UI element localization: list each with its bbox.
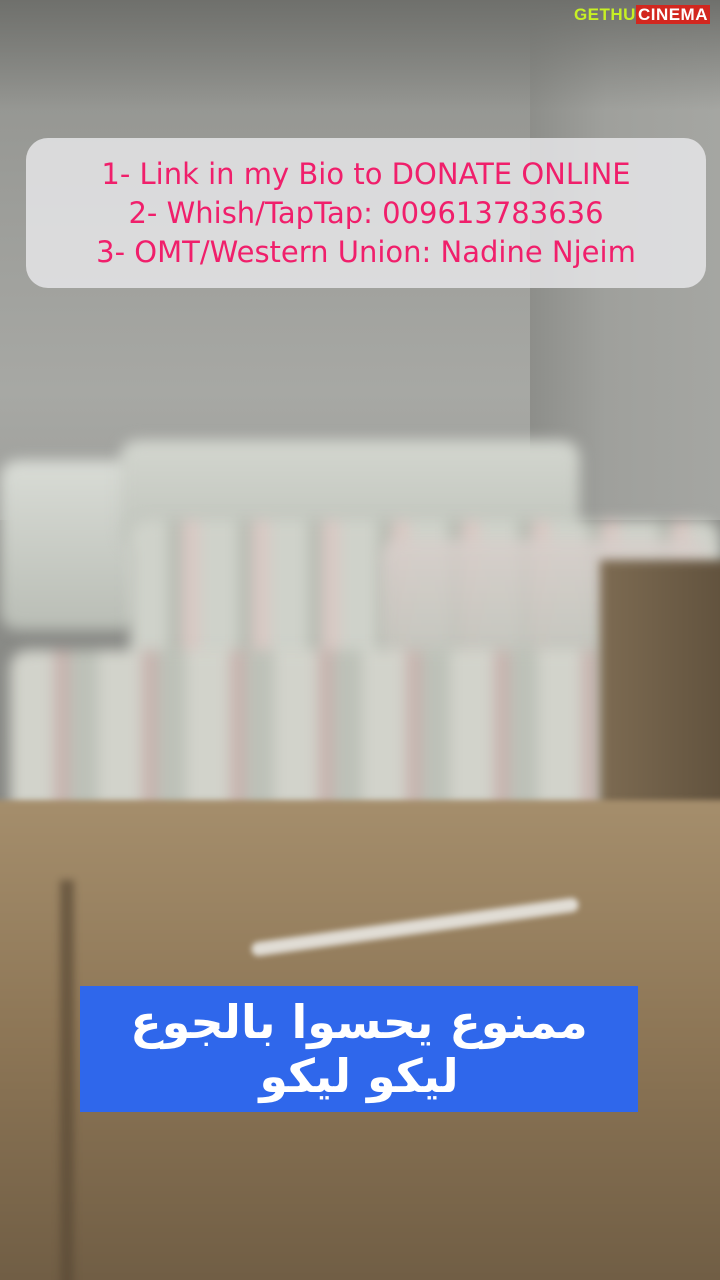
watermark-logo: GETHU CINEMA [570,4,714,26]
donation-info-box: 1- Link in my Bio to DONATE ONLINE 2- Wh… [26,138,706,288]
caption-line-2: ليكو ليكو [259,1049,459,1103]
watermark-part1: GETHU [573,5,636,24]
watermark-part2: CINEMA [635,5,710,24]
arabic-caption: ممنوع يحسوا بالجوع ليكو ليكو [80,986,638,1112]
donation-line-3: 3- OMT/Western Union: Nadine Njeim [96,234,636,269]
cardboard-box-edge [60,880,74,1280]
supply-packs [0,460,140,630]
caption-line-1: ممنوع يحسوا بالجوع [130,995,588,1049]
donation-line-2: 2- Whish/TapTap: 009613783636 [128,195,604,230]
donation-line-1: 1- Link in my Bio to DONATE ONLINE [101,156,631,191]
